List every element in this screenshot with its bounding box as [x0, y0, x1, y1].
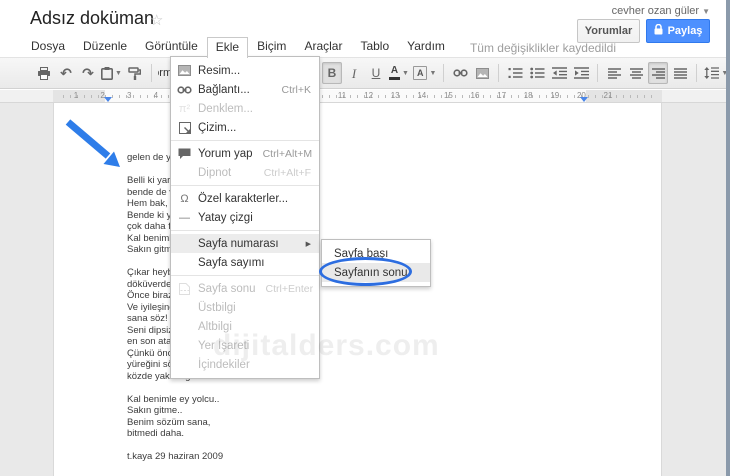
page-number-submenu: Sayfa başı Sayfanın sonu: [321, 239, 431, 287]
vertical-scrollbar[interactable]: [726, 0, 730, 476]
page-break-icon: [171, 282, 198, 295]
comment-icon: [171, 148, 198, 160]
insert-menu-item-dipnot: Dipnot Ctrl+Alt+F: [198, 166, 311, 179]
decrease-indent-button[interactable]: [549, 62, 569, 84]
toolbar-right-group: B I U A ▼ A ▼ ▼: [322, 62, 729, 84]
insert-menu-item-yer-i-şareti: Yer İşareti: [198, 339, 250, 352]
undo-button[interactable]: ↶: [56, 62, 76, 84]
italic-button[interactable]: I: [344, 62, 364, 84]
menubar-item-dosya[interactable]: Dosya: [22, 37, 74, 58]
right-indent-marker[interactable]: [580, 97, 588, 102]
submenu-arrow-icon: ▶: [305, 240, 311, 248]
insert-menu-item-yatay-çizgi[interactable]: — Yatay çizgi: [171, 208, 319, 227]
increase-indent-button[interactable]: [571, 62, 591, 84]
doc-line: Benim sözüm sana,: [127, 416, 211, 428]
align-right-button[interactable]: [648, 62, 669, 84]
glyph-icon: Ω: [180, 192, 189, 205]
paste-button[interactable]: ▼: [100, 62, 123, 84]
toolbar-separator: [150, 64, 152, 82]
insert-menu: Resim... Bağlantı... Ctrl+K π² Denklem... Çiz…: [170, 56, 320, 379]
menubar-item-görüntüle[interactable]: Görüntüle: [136, 37, 207, 58]
ruler-page-area: 123456789101112131415161718192021: [53, 90, 662, 102]
toolbar: ↶↷▼Normal metin BIUA▼A▼▼: [0, 57, 730, 89]
document-title[interactable]: Adsız doküman: [30, 8, 154, 29]
menubar-item-düzenle[interactable]: Düzenle: [74, 37, 136, 58]
glyph-icon: π²: [178, 102, 191, 115]
menubar-item-yardım[interactable]: Yardım: [398, 37, 454, 58]
insert-menu-item-sayfa-sayımı[interactable]: Sayfa sayımı: [171, 253, 319, 272]
document-page[interactable]: gelen de y Belli ki yara bende de v Hem ba…: [53, 103, 662, 476]
insert-image-button[interactable]: [472, 62, 492, 84]
header: Adsız doküman ☆ cevher ozan güler ▼ Yorum…: [0, 0, 730, 43]
menubar-item-biçim[interactable]: Biçim: [248, 37, 295, 58]
highlight-color-button[interactable]: A ▼: [412, 62, 437, 84]
insert-menu-item-i-çindekiler: İçindekiler: [198, 358, 250, 371]
account-menu[interactable]: cevher ozan güler ▼: [612, 5, 710, 17]
doc-line: [127, 440, 223, 452]
star-icon[interactable]: ☆: [150, 11, 163, 29]
lock-icon: [654, 23, 663, 38]
underline-button[interactable]: U: [366, 62, 386, 84]
ruler[interactable]: 123456789101112131415161718192021: [0, 90, 730, 103]
bulleted-list-button[interactable]: [527, 62, 547, 84]
bold-button[interactable]: B: [322, 62, 342, 84]
insert-menu-item-yorum-yap[interactable]: Yorum yap Ctrl+Alt+M: [171, 144, 319, 163]
insert-menu-item-sayfa-numarası[interactable]: Sayfa numarası ▶: [171, 234, 319, 253]
save-status: Tüm değişiklikler kaydedildi: [469, 40, 616, 55]
insert-menu-item-üstbilgi: Üstbilgi: [198, 301, 236, 314]
insert-menu-item-denklem: π² Denklem...: [171, 99, 319, 118]
submenu-item-sayfa-başı[interactable]: Sayfa başı: [322, 244, 430, 263]
toolbar-separator: [597, 64, 599, 82]
toolbar-separator: [696, 64, 698, 82]
insert-link-button[interactable]: [450, 62, 470, 84]
doc-line: [127, 382, 223, 394]
toolbar-separator: [498, 64, 500, 82]
menubar-item-tablo[interactable]: Tablo: [351, 37, 398, 58]
document-area: gelen de y Belli ki yara bende de v Hem ba…: [0, 0, 730, 476]
submenu-item-sayfanın-sonu[interactable]: Sayfanın sonu: [322, 263, 430, 282]
align-center-button[interactable]: [626, 62, 646, 84]
insert-menu-item-resim[interactable]: Resim...: [171, 61, 319, 80]
chevron-down-icon: ▼: [429, 69, 437, 77]
insert-menu-item-altbilgi: Altbilgi: [198, 320, 232, 333]
paint-format-button[interactable]: [125, 62, 145, 84]
user-name: cevher ozan güler: [611, 5, 700, 17]
text-color-button[interactable]: A ▼: [388, 62, 410, 84]
insert-menu-item-özel-karakterler[interactable]: Ω Özel karakterler...: [171, 189, 319, 208]
redo-button[interactable]: ↷: [78, 62, 98, 84]
menubar-item-ekle[interactable]: Ekle: [206, 37, 249, 58]
menubar-item-araçlar[interactable]: Araçlar: [295, 37, 351, 58]
insert-menu-item-çizim[interactable]: Çizim...: [171, 118, 319, 137]
print-button[interactable]: [34, 62, 54, 84]
chevron-down-icon: ▼: [702, 7, 710, 16]
link-icon: [171, 85, 198, 95]
menubar: Dosya Düzenle Görüntüle Ekle Biçim Araçlar Tab…: [22, 37, 454, 58]
glyph-icon: —: [179, 211, 190, 224]
justify-button[interactable]: [670, 62, 690, 84]
toolbar-separator: [443, 64, 445, 82]
menubar-row: Dosya Düzenle Görüntüle Ekle Biçim Araçlar Tab…: [0, 37, 730, 58]
insert-menu-item-bağlantı[interactable]: Bağlantı... Ctrl+K: [171, 80, 319, 99]
chevron-down-icon: ▼: [402, 69, 409, 77]
doc-line: t.kaya 29 haziran 2009: [127, 451, 224, 462]
doc-line: bitmedi daha.: [127, 428, 185, 439]
left-indent-marker[interactable]: [104, 97, 112, 102]
drawing-icon: [171, 121, 198, 134]
doc-line: Kal benimle ey yolcu..: [127, 393, 220, 405]
align-left-button[interactable]: [604, 62, 624, 84]
insert-menu-item-sayfa-sonu: Sayfa sonu Ctrl+Enter: [171, 279, 319, 298]
doc-line: Sakın gitme..: [127, 405, 183, 416]
image-icon: [171, 65, 198, 76]
numbered-list-button[interactable]: [505, 62, 525, 84]
chevron-down-icon: ▼: [115, 69, 122, 77]
